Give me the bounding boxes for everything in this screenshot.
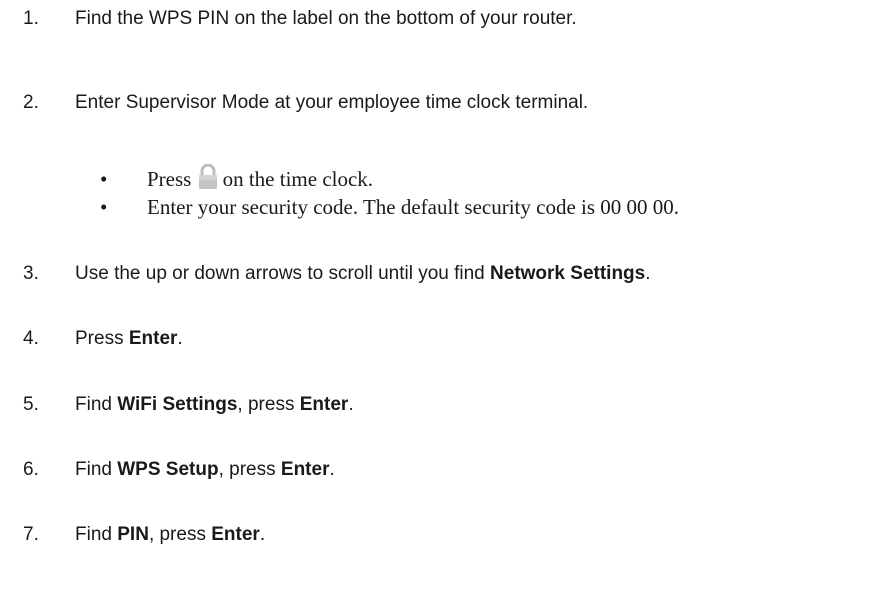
- step-text: , press: [148, 524, 212, 545]
- bullet-text-security: Enter your security code. The default se…: [147, 195, 680, 219]
- step-number: 7.: [23, 524, 39, 545]
- step-number: 4.: [23, 328, 39, 349]
- bullet-security-code: • Enter your security code. The default s…: [100, 195, 679, 219]
- step-number: 6.: [23, 459, 39, 480]
- step-text-bold: Enter: [211, 524, 260, 545]
- step-text: .: [177, 328, 183, 349]
- step-text-bold: Network Settings: [490, 263, 646, 284]
- step-text: .: [259, 524, 266, 545]
- step-2: 2. Enter Supervisor Mode at your employee…: [23, 91, 588, 115]
- step-text: Find: [75, 394, 118, 415]
- step-text: Find: [75, 524, 118, 545]
- step-text: Enter Supervisor Mode at your employee t…: [75, 92, 589, 113]
- bullet-dot: •: [100, 167, 108, 191]
- step-text-bold: Enter: [128, 328, 178, 349]
- bullet-text-press: Press: [147, 167, 192, 191]
- step-text: .: [645, 263, 651, 284]
- step-number: 1.: [23, 8, 39, 29]
- step-5: 5. Find WiFi Settings, press Enter.: [23, 393, 354, 417]
- bullet-press-lock: • Press on the time clock.: [100, 164, 373, 191]
- step-7: 7. Find PIN, press Enter.: [23, 523, 265, 547]
- step-text-bold: PIN: [117, 524, 149, 545]
- step-text-bold: WPS Setup: [117, 459, 219, 480]
- bullet-dot: •: [100, 195, 108, 219]
- step-4: 4. Press Enter.: [23, 327, 183, 351]
- step-6: 6. Find WPS Setup, press Enter.: [23, 458, 335, 482]
- step-text: .: [329, 459, 335, 480]
- step-number: 5.: [23, 394, 39, 415]
- step-text-bold: Enter: [299, 394, 349, 415]
- bullet-text-time-clock: on the time clock.: [222, 167, 374, 191]
- step-text: .: [348, 394, 354, 415]
- step-3: 3. Use the up or down arrows to scroll un…: [23, 262, 651, 286]
- step-text: Use the up or down arrows to scroll unti…: [75, 263, 491, 284]
- step-number: 2.: [23, 92, 39, 113]
- step-number: 3.: [23, 263, 39, 284]
- step-text: , press: [237, 394, 300, 415]
- lock-icon: [197, 164, 219, 190]
- step-1: 1. Find the WPS PIN on the label on the b…: [23, 7, 577, 31]
- step-text: Find the WPS PIN on the label on the bot…: [75, 8, 577, 29]
- step-text: Find: [75, 459, 118, 480]
- step-text-bold: WiFi Settings: [117, 394, 238, 415]
- step-text-bold: Enter: [280, 459, 330, 480]
- step-text: Press: [75, 328, 129, 349]
- step-text: , press: [218, 459, 281, 480]
